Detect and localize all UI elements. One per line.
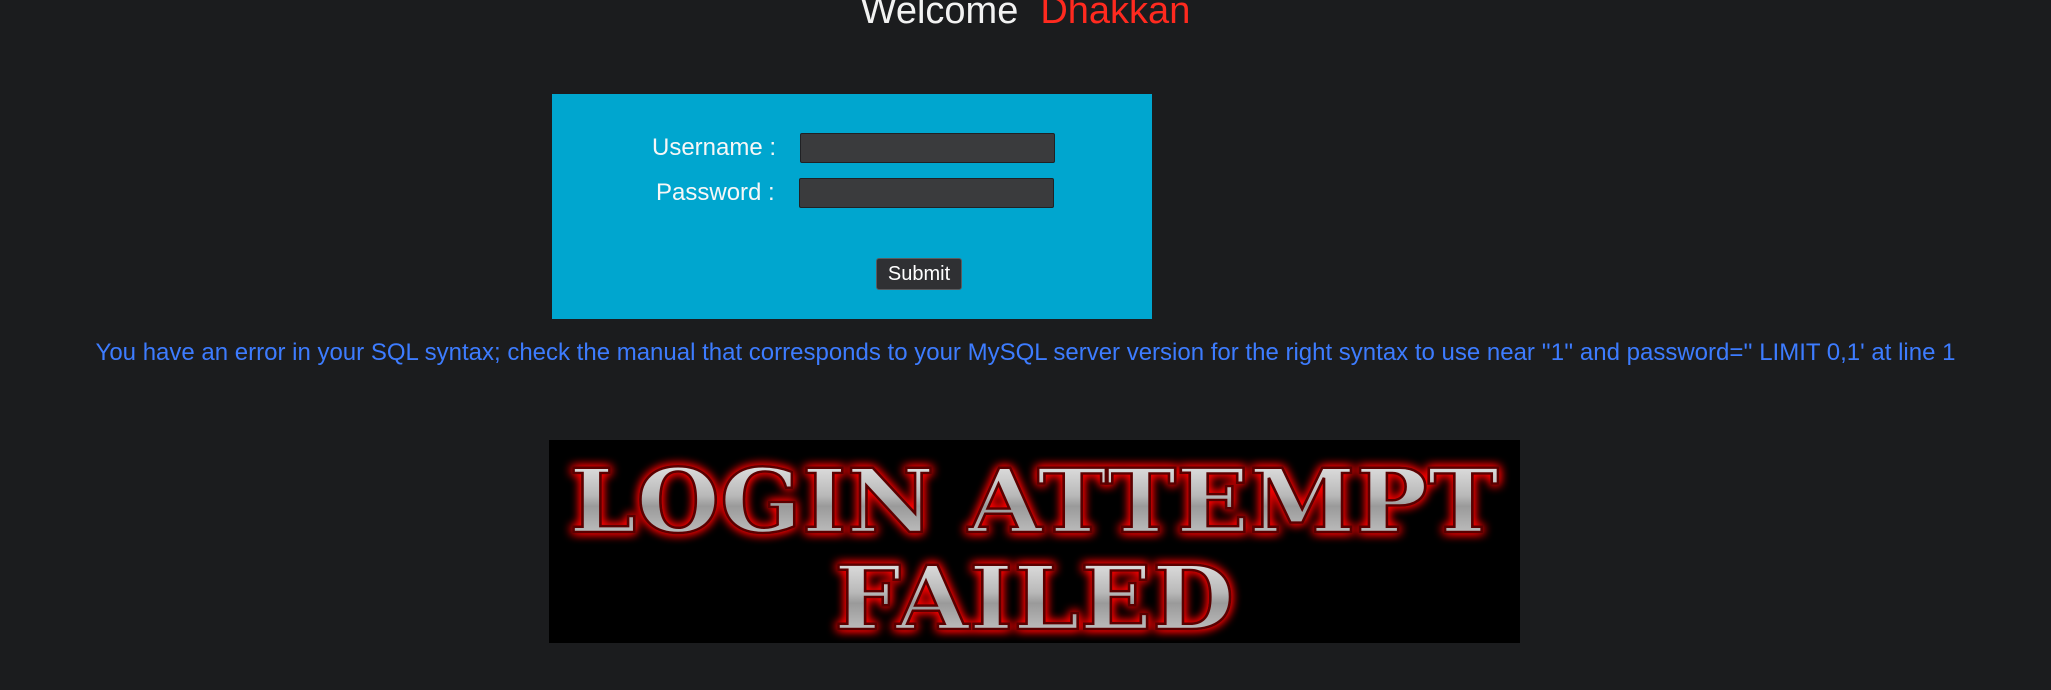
login-failed-banner-graphic: LOGIN ATTEMPT FAILED <box>568 448 1501 643</box>
login-failed-banner: LOGIN ATTEMPT FAILED <box>549 440 1520 643</box>
login-form: Username : Password : Submit <box>552 94 1152 319</box>
sql-error-message: You have an error in your SQL syntax; ch… <box>95 339 1956 366</box>
welcome-header: Welcome Dhakkan <box>0 0 2051 36</box>
password-label: Password : <box>656 179 775 206</box>
banner-line-2: FAILED <box>834 546 1234 643</box>
submit-button[interactable]: Submit <box>876 258 962 290</box>
welcome-user-name: Dhakkan <box>1040 0 1191 32</box>
username-label: Username : <box>652 134 777 161</box>
password-input[interactable] <box>798 178 1054 208</box>
welcome-text: Welcome <box>860 0 1019 32</box>
username-row: Username : <box>652 131 1056 165</box>
username-input[interactable] <box>800 133 1056 163</box>
banner-line-1: LOGIN ATTEMPT <box>569 449 1499 553</box>
password-row: Password : <box>656 176 1054 210</box>
